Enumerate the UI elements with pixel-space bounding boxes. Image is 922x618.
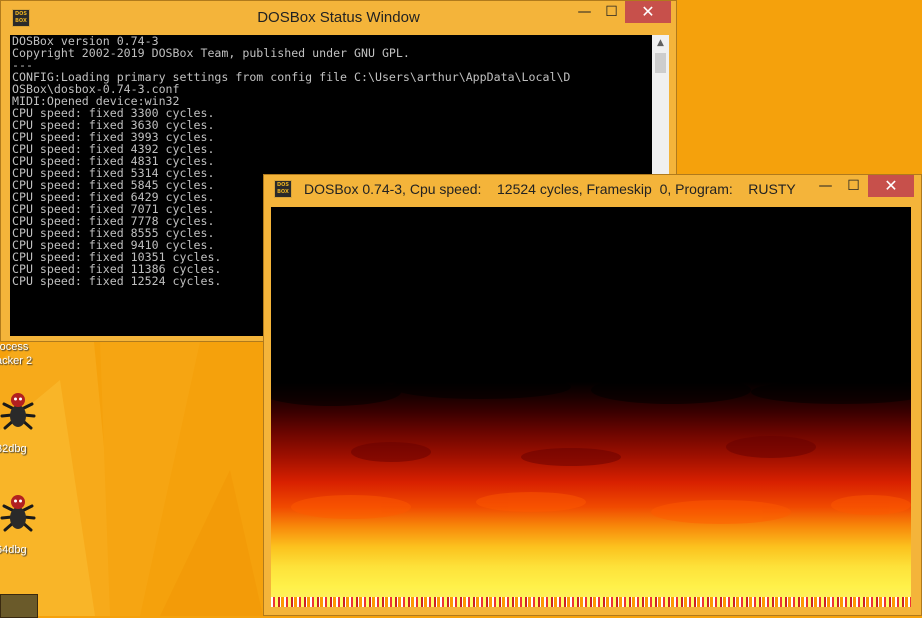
scroll-up-arrow[interactable]: ▲ — [652, 35, 669, 52]
game-screen[interactable] — [271, 207, 911, 607]
game-window-title: DOSBox 0.74-3, Cpu speed: 12524 cycles, … — [304, 181, 796, 197]
scrollbar-thumb[interactable] — [655, 53, 666, 73]
status-window-titlebar[interactable]: DOS BOX DOSBox Status Window — ☐ ✕ — [1, 1, 676, 35]
bug-icon — [0, 393, 36, 430]
desktop-icon-label: 32dbg — [0, 443, 27, 455]
minimize-button[interactable]: — — [571, 1, 598, 23]
minimize-button[interactable]: — — [812, 175, 839, 197]
fire-sparks — [271, 597, 911, 607]
close-button[interactable]: ✕ — [868, 175, 914, 197]
fire-flames-overlay — [271, 375, 911, 524]
maximize-button[interactable]: ☐ — [598, 1, 625, 23]
close-button[interactable]: ✕ — [625, 1, 671, 23]
desktop-icon-label: acker 2 — [0, 355, 33, 367]
maximize-button[interactable]: ☐ — [840, 175, 867, 197]
desktop-icon-label: 64dbg — [0, 544, 27, 556]
desktop-icon-label: rocess — [0, 341, 29, 353]
dosbox-game-window: DOS BOX DOSBox 0.74-3, Cpu speed: 12524 … — [263, 174, 922, 616]
bug-icon — [0, 495, 36, 532]
console-line: Copyright 2002-2019 DOSBox Team, publish… — [12, 46, 410, 60]
desktop-icon-partial[interactable] — [0, 594, 38, 618]
game-window-titlebar[interactable]: DOS BOX DOSBox 0.74-3, Cpu speed: 12524 … — [264, 175, 921, 205]
dosbox-icon: DOS BOX — [274, 180, 292, 198]
